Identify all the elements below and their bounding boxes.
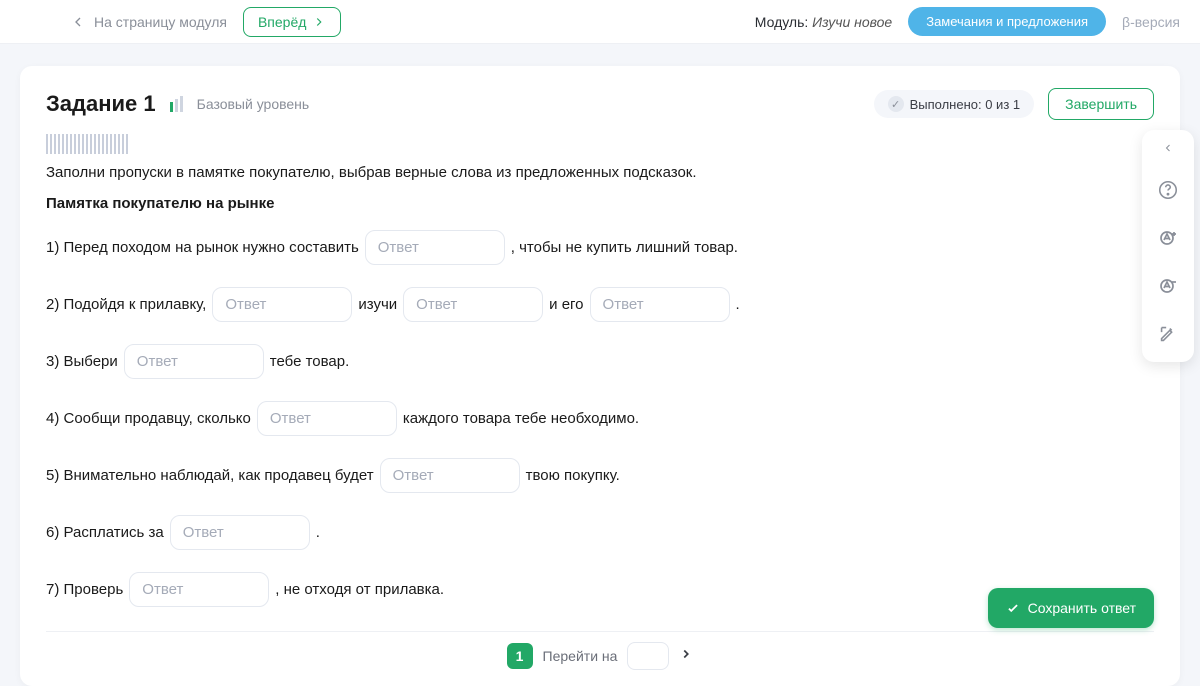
arrow-right-icon xyxy=(312,15,326,29)
task-line-2: 2) Подойдя к прилавку, изучи и его . xyxy=(46,287,1154,322)
barcode-decoration xyxy=(46,134,130,154)
check-icon xyxy=(1006,601,1020,615)
forward-button[interactable]: Вперёд xyxy=(243,7,341,37)
font-decrease-button[interactable] xyxy=(1148,264,1188,308)
feedback-button[interactable]: Замечания и предложения xyxy=(908,7,1106,36)
task-header: Задание 1 Базовый уровень ✓ Выполнено: 0… xyxy=(46,88,1154,120)
edit-button[interactable] xyxy=(1148,312,1188,356)
help-button[interactable] xyxy=(1148,168,1188,212)
pagination: 1 Перейти на xyxy=(46,631,1154,670)
forward-label: Вперёд xyxy=(258,14,306,30)
task-line-5: 5) Внимательно наблюдай, как продавец бу… xyxy=(46,458,1154,493)
help-icon xyxy=(1157,179,1179,201)
top-nav-bar: На страницу модуля Вперёд Модуль: Изучи … xyxy=(0,0,1200,44)
answer-input-5[interactable] xyxy=(380,458,520,493)
beta-badge: β-версия xyxy=(1122,14,1180,30)
task-instruction: Заполни пропуски в памятке покупателю, в… xyxy=(46,164,1154,181)
finish-button[interactable]: Завершить xyxy=(1048,88,1154,120)
level-icon xyxy=(170,96,183,112)
task-title: Задание 1 xyxy=(46,91,156,117)
font-increase-button[interactable] xyxy=(1148,216,1188,260)
side-toolbar xyxy=(1142,130,1194,362)
font-plus-icon xyxy=(1156,226,1180,250)
arrow-left-icon xyxy=(70,14,86,30)
next-page-button[interactable] xyxy=(679,647,693,666)
back-label: На страницу модуля xyxy=(94,14,227,30)
level-label: Базовый уровень xyxy=(197,96,310,112)
goto-label: Перейти на xyxy=(543,648,618,664)
task-line-1: 1) Перед походом на рынок нужно составит… xyxy=(46,230,1154,265)
task-card: Задание 1 Базовый уровень ✓ Выполнено: 0… xyxy=(20,66,1180,686)
current-page[interactable]: 1 xyxy=(507,643,533,669)
answer-input-6[interactable] xyxy=(170,515,310,550)
answer-input-2a[interactable] xyxy=(212,287,352,322)
check-icon: ✓ xyxy=(888,96,904,112)
task-line-6: 6) Расплатись за . xyxy=(46,515,1154,550)
task-line-3: 3) Выбери тебе товар. xyxy=(46,344,1154,379)
goto-page-input[interactable] xyxy=(627,642,669,670)
answer-input-4[interactable] xyxy=(257,401,397,436)
task-line-4: 4) Сообщи продавцу, сколько каждого това… xyxy=(46,401,1154,436)
font-minus-icon xyxy=(1156,274,1180,298)
task-content: 1) Перед походом на рынок нужно составит… xyxy=(46,230,1154,631)
answer-input-3[interactable] xyxy=(124,344,264,379)
answer-input-1[interactable] xyxy=(365,230,505,265)
edit-icon xyxy=(1157,323,1179,345)
task-subtitle: Памятка покупателю на рынке xyxy=(46,195,1154,212)
chevron-left-icon xyxy=(1162,142,1174,154)
collapse-toolbar-button[interactable] xyxy=(1148,136,1188,160)
module-breadcrumb: Модуль: Изучи новое xyxy=(755,14,892,30)
save-answer-button[interactable]: Сохранить ответ xyxy=(988,588,1154,628)
back-to-module-link[interactable]: На страницу модуля xyxy=(70,14,227,30)
answer-input-2c[interactable] xyxy=(590,287,730,322)
answer-input-2b[interactable] xyxy=(403,287,543,322)
chevron-right-icon xyxy=(679,647,693,661)
progress-status: ✓ Выполнено: 0 из 1 xyxy=(874,90,1035,118)
answer-input-7[interactable] xyxy=(129,572,269,607)
